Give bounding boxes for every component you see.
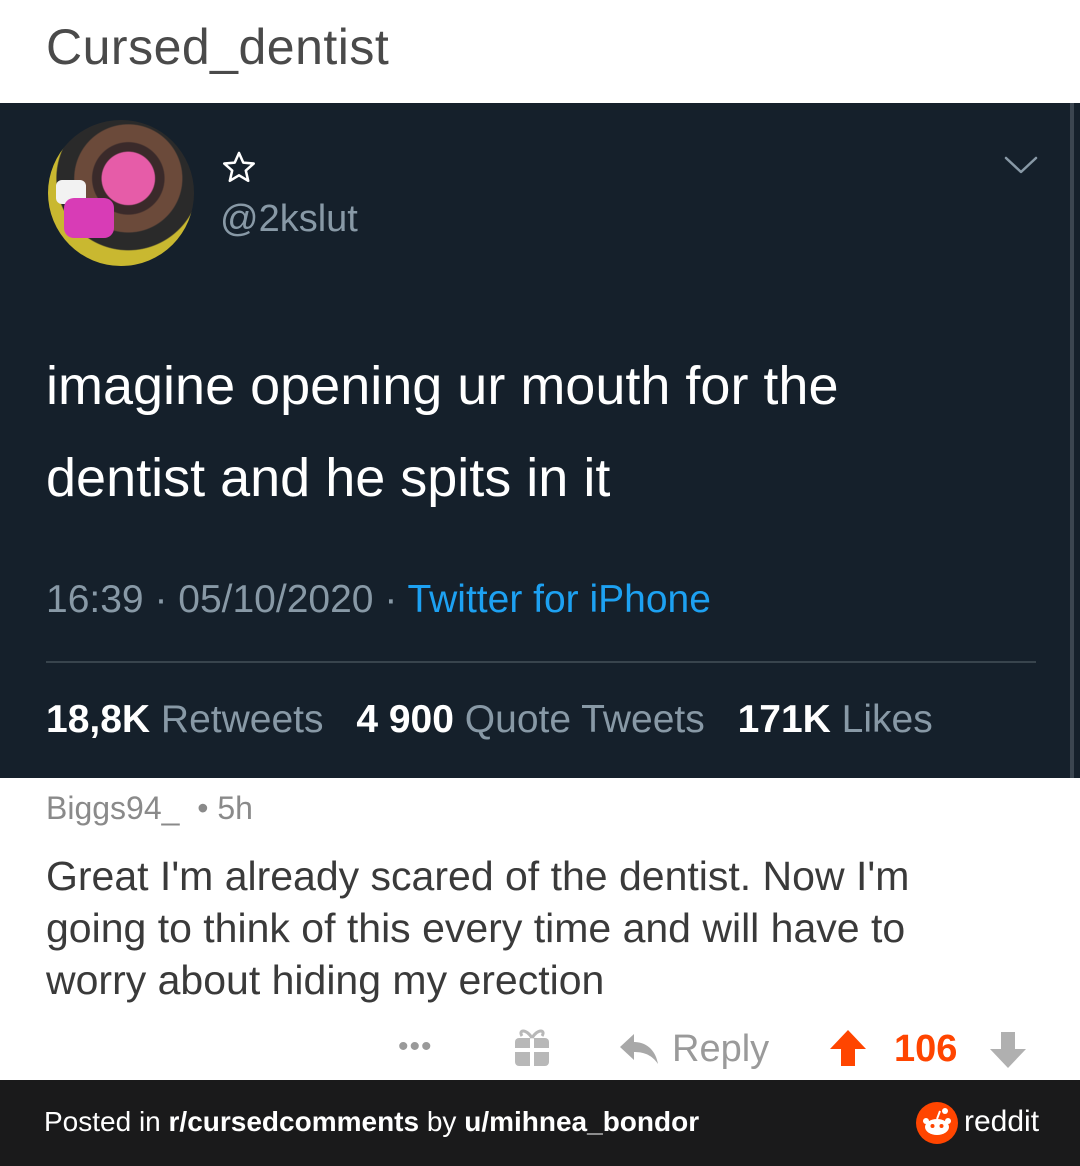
downvote-icon[interactable] bbox=[988, 1030, 1028, 1070]
reply-icon bbox=[620, 1034, 658, 1064]
gift-icon[interactable] bbox=[512, 1024, 552, 1068]
tweet-text: imagine opening ur mouth for the dentist… bbox=[46, 340, 1026, 524]
comment-actions: ••• Reply 106 bbox=[0, 1020, 1080, 1078]
comment-body: Great I'm already scared of the dentist.… bbox=[46, 850, 1036, 1006]
comment-age: 5h bbox=[217, 790, 253, 826]
chevron-down-icon[interactable] bbox=[1002, 150, 1040, 180]
comment-meta: Biggs94_ • 5h bbox=[46, 790, 253, 827]
tweet-text-line: dentist and he spits in it bbox=[46, 448, 611, 508]
tweet-meta: 16:39 · 05/10/2020 · Twitter for iPhone bbox=[46, 578, 711, 622]
retweets-stat[interactable]: 18,8K Retweets bbox=[46, 698, 324, 741]
user-link[interactable]: u/mihnea_bondor bbox=[464, 1106, 699, 1137]
retweets-count: 18,8K bbox=[46, 698, 151, 741]
upvote-icon[interactable] bbox=[828, 1028, 868, 1068]
reddit-footer: Posted in r/cursedcomments by u/mihnea_b… bbox=[0, 1080, 1080, 1166]
quotes-stat[interactable]: 4 900 Quote Tweets bbox=[356, 698, 704, 741]
tweet-date: 05/10/2020 bbox=[178, 578, 374, 621]
comment-score: 106 bbox=[894, 1028, 958, 1070]
subreddit-link[interactable]: r/cursedcomments bbox=[169, 1106, 420, 1137]
reply-label: Reply bbox=[672, 1027, 770, 1070]
meta-separator: · bbox=[373, 578, 408, 621]
meta-dot: • bbox=[197, 790, 209, 826]
tweet-edge bbox=[1070, 103, 1074, 778]
reply-button[interactable]: Reply bbox=[618, 1024, 769, 1074]
meta-separator: · bbox=[143, 578, 179, 621]
more-icon[interactable]: ••• bbox=[398, 1030, 433, 1064]
posted-in-line: Posted in r/cursedcomments by u/mihnea_b… bbox=[44, 1106, 699, 1138]
retweets-label: Retweets bbox=[160, 698, 324, 741]
tweet-handle[interactable]: @2kslut bbox=[220, 198, 358, 241]
tweet-time: 16:39 bbox=[46, 578, 144, 621]
quotes-count: 4 900 bbox=[356, 698, 454, 741]
reddit-logo-icon bbox=[916, 1102, 958, 1144]
tweet-divider bbox=[46, 661, 1036, 663]
quotes-label: Quote Tweets bbox=[464, 698, 705, 741]
post-header: Cursed_dentist bbox=[0, 0, 1080, 103]
likes-stat[interactable]: 171K Likes bbox=[738, 698, 933, 741]
likes-count: 171K bbox=[737, 698, 831, 741]
posted-by: by bbox=[419, 1106, 465, 1137]
post-title: Cursed_dentist bbox=[46, 19, 390, 75]
avatar[interactable] bbox=[48, 120, 194, 266]
tweet-text-line: imagine opening ur mouth for the bbox=[46, 356, 839, 416]
avatar-detail bbox=[64, 198, 114, 238]
reddit-wordmark: reddit bbox=[964, 1105, 1040, 1138]
comment-author[interactable]: Biggs94_ bbox=[46, 790, 179, 826]
comment-line: worry about hiding my erection bbox=[46, 957, 605, 1003]
likes-label: Likes bbox=[841, 698, 933, 741]
star-icon bbox=[223, 151, 255, 183]
tweet-stats: 18,8K Retweets 4 900 Quote Tweets 171K L… bbox=[46, 698, 933, 742]
comment-line: going to think of this every time and wi… bbox=[46, 905, 906, 951]
comment-line: Great I'm already scared of the dentist.… bbox=[46, 853, 910, 899]
posted-in-prefix: Posted in bbox=[44, 1106, 169, 1137]
tweet-source-link[interactable]: Twitter for iPhone bbox=[407, 578, 710, 621]
